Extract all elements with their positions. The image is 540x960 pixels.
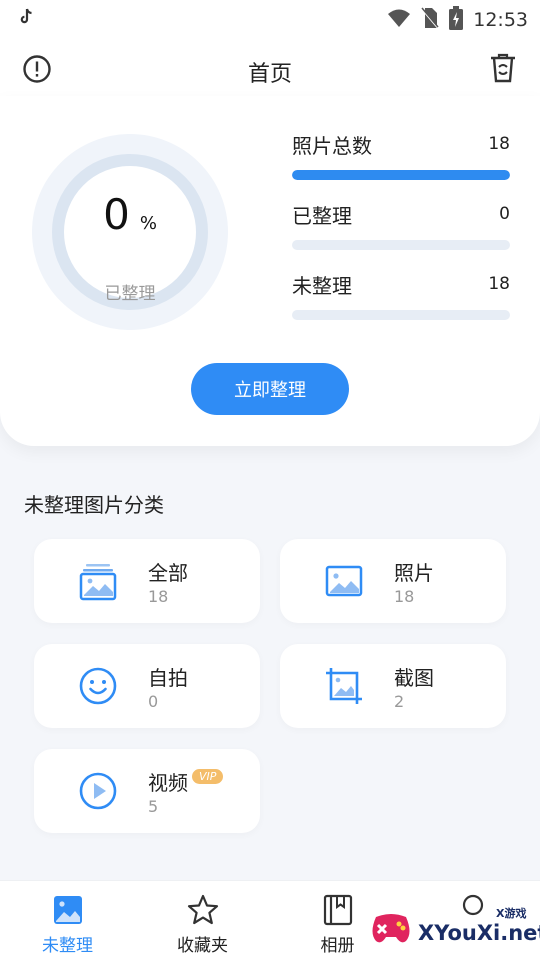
smiley-icon <box>78 666 118 706</box>
watermark-brand: XYouXi.net <box>418 921 540 945</box>
stat-label: 已整理 <box>292 204 352 228</box>
gallery-stack-icon <box>78 561 118 601</box>
play-icon <box>78 771 118 811</box>
category-card-photos[interactable]: 照片 18 <box>280 539 506 623</box>
category-card-all[interactable]: 全部 18 <box>34 539 260 623</box>
watermark-small-text: X游戏 <box>496 907 527 920</box>
section-title: 未整理图片分类 <box>24 493 164 517</box>
vip-badge: VIP <box>192 769 224 784</box>
progress-bar <box>292 240 510 250</box>
no-sim-icon <box>421 7 439 33</box>
percent-unit: % <box>139 213 157 234</box>
category-name: 截图 <box>394 666 434 690</box>
stat-label: 未整理 <box>292 274 352 298</box>
category-count: 2 <box>394 692 405 711</box>
star-icon <box>186 893 220 927</box>
progress-bar <box>292 170 510 180</box>
progress-ring: 0% 已整理 <box>32 134 228 330</box>
percent-value: 0 <box>103 190 130 239</box>
stat-value: 18 <box>488 274 510 294</box>
category-name: 照片 <box>394 561 434 585</box>
tab-label: 未整理 <box>42 936 93 956</box>
battery-charging-icon <box>449 6 464 34</box>
percent-label: 已整理 <box>104 284 156 304</box>
category-card-screenshot[interactable]: 截图 2 <box>280 644 506 728</box>
tab-label: 收藏夹 <box>177 936 228 956</box>
category-count: 5 <box>148 797 159 816</box>
category-card-selfie[interactable]: 自拍 0 <box>34 644 260 728</box>
category-card-video[interactable]: 视频 VIP 5 <box>34 749 260 833</box>
stat-label: 照片总数 <box>292 134 372 158</box>
app-bar: 首页 <box>0 36 540 104</box>
clock: 12:53 <box>473 9 528 31</box>
category-count: 18 <box>394 587 415 606</box>
progress-bar <box>292 310 510 320</box>
progress-fill <box>292 170 510 180</box>
image-icon <box>51 893 85 927</box>
stat-value: 0 <box>499 204 510 224</box>
category-name: 全部 <box>148 561 188 585</box>
summary-card: 0% 已整理 照片总数 18 已整理 0 未整理 18 立即整理 <box>0 96 540 446</box>
category-name: 自拍 <box>148 666 188 690</box>
watermark: X游戏 XYouXi.net <box>368 903 540 953</box>
category-count: 0 <box>148 692 159 711</box>
organize-now-button[interactable]: 立即整理 <box>191 363 349 415</box>
album-icon <box>321 893 355 927</box>
gamepad-logo-icon <box>368 905 414 951</box>
tab-favorites[interactable]: 收藏夹 <box>135 881 270 960</box>
stat-value: 18 <box>488 134 510 154</box>
tiktok-icon <box>18 8 34 30</box>
crop-image-icon <box>324 666 364 706</box>
percent-display: 0% <box>32 190 228 239</box>
category-count: 18 <box>148 587 169 606</box>
wifi-icon <box>387 8 411 32</box>
page-title: 首页 <box>247 62 292 87</box>
image-icon <box>324 561 364 601</box>
tab-unorganized[interactable]: 未整理 <box>0 881 135 960</box>
trash-icon[interactable] <box>488 52 518 84</box>
status-bar: 12:53 <box>0 0 540 36</box>
category-name: 视频 <box>148 771 188 795</box>
